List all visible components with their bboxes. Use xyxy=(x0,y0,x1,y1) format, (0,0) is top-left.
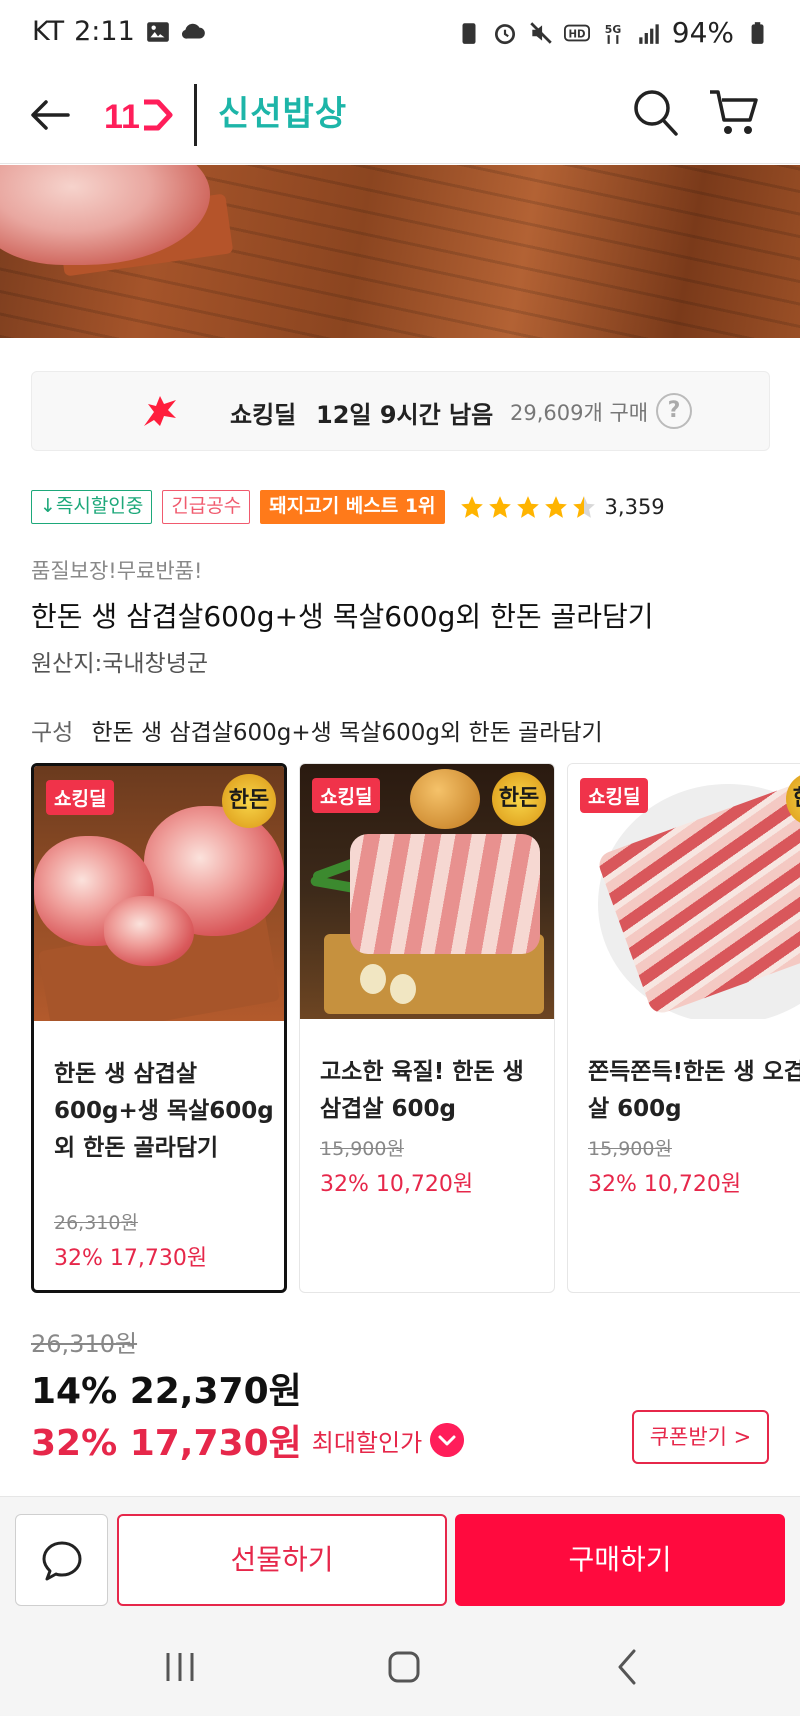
gallery-icon xyxy=(146,21,169,42)
shocking-deal-bar: 쇼킹딜 12일 9시간 남음 29,609개 구매 ? xyxy=(31,371,770,451)
carrier-label: KT xyxy=(32,16,65,47)
option-card-list[interactable]: 쇼킹딜 한돈 한돈 생 삼겹살600g+생 목살600g외 한돈 골라담기 26… xyxy=(31,763,800,1295)
battery-saver-icon xyxy=(462,22,476,44)
app-header: 11 신선밥상 xyxy=(0,66,800,164)
coupon-button[interactable]: 쿠폰받기 > xyxy=(632,1410,769,1464)
option-price: 32% 17,730원 xyxy=(54,1246,208,1271)
hd-voice-icon: HD xyxy=(563,24,590,41)
meat-piece xyxy=(350,834,540,954)
onion-image xyxy=(410,769,480,829)
11st-logo[interactable]: 11 xyxy=(104,90,176,140)
handon-logo: 한돈 xyxy=(492,772,546,826)
shocking-deal-icon xyxy=(144,396,176,426)
gift-button[interactable]: 선물하기 xyxy=(117,1514,447,1606)
alarm-icon xyxy=(494,23,515,44)
battery-percent: 94% xyxy=(671,16,734,49)
svg-text:5G: 5G xyxy=(605,23,622,36)
meat-piece xyxy=(104,896,194,966)
bestseller-badge: 돼지고기 베스트 1위 xyxy=(260,490,445,524)
option-original-price: 15,900원 xyxy=(588,1138,672,1160)
5g-icon: 5G xyxy=(605,23,622,44)
option-name: 한돈 생 삼겹살600g+생 목살600g외 한돈 골라담기 xyxy=(54,1061,274,1161)
option-original-price: 26,310원 xyxy=(54,1212,138,1234)
option-card[interactable]: 쇼킹딜 한돈 한돈 생 삼겹살600g+생 목살600g외 한돈 골라담기 26… xyxy=(31,763,287,1293)
option-card[interactable]: 쇼킹딜 한돈 고소한 육질! 한돈 생 삼겹살 600g 15,900원 32%… xyxy=(299,763,555,1293)
option-name: 쫀득쫀득!한돈 생 오겹살 600g xyxy=(588,1059,800,1122)
discount-price: 14% 22,370원 xyxy=(31,1371,302,1412)
option-image: 쇼킹딜 한돈 xyxy=(34,766,284,1021)
option-price: 32% 10,720원 xyxy=(588,1172,742,1197)
option-price: 32% 10,720원 xyxy=(320,1172,474,1197)
battery-icon xyxy=(751,21,764,44)
original-price: 26,310원 xyxy=(31,1330,138,1358)
origin-text: 원산지:국내창녕군 xyxy=(31,651,209,677)
star-icon xyxy=(516,496,539,518)
garlic-image xyxy=(360,964,386,994)
deal-name: 쇼킹딜 xyxy=(230,401,297,429)
half-star-icon xyxy=(572,496,595,518)
option-value: 한돈 생 삼겹살600g+생 목살600g외 한돈 골라담기 xyxy=(91,720,603,746)
shocking-deal-tag: 쇼킹딜 xyxy=(580,778,649,813)
star-icon xyxy=(460,496,483,518)
recent-apps-icon[interactable] xyxy=(158,1645,202,1689)
deal-remaining-time: 12일 9시간 남음 xyxy=(316,401,494,429)
brand-name[interactable]: 신선밥상 xyxy=(218,86,347,135)
promo-text: 품질보장!무료반품! xyxy=(31,559,203,583)
option-image: 쇼킹딜 한돈 xyxy=(568,764,800,1019)
best-price-label: 최대할인가 xyxy=(311,1428,423,1457)
svg-text:HD: HD xyxy=(568,29,585,40)
option-name: 고소한 육질! 한돈 생 삼겹살 600g xyxy=(320,1059,524,1122)
review-count: 3,359 xyxy=(604,495,665,519)
handon-logo: 한돈 xyxy=(222,774,276,828)
star-icon xyxy=(488,496,511,518)
chat-button[interactable] xyxy=(15,1514,108,1606)
star-icon xyxy=(544,496,567,518)
cart-icon[interactable] xyxy=(706,84,762,140)
option-label: 구성 xyxy=(31,720,74,746)
bottom-action-bar: 선물하기 구매하기 xyxy=(0,1497,800,1617)
chevron-down-icon[interactable] xyxy=(430,1423,465,1457)
home-icon[interactable] xyxy=(382,1645,426,1689)
status-right: HD 5G 94% xyxy=(456,16,770,49)
back-arrow-icon[interactable] xyxy=(26,90,76,140)
option-card[interactable]: 쇼킹딜 한돈 쫀득쫀득!한돈 생 오겹살 600g 15,900원 32% 10… xyxy=(567,763,800,1293)
cloud-icon xyxy=(181,23,205,39)
mute-icon xyxy=(530,21,552,44)
badge-row: ↓즉시할인중 긴급공수 돼지고기 베스트 1위 3,359 xyxy=(31,489,665,525)
product-hero-image[interactable] xyxy=(0,165,800,338)
best-price: 32% 17,730원 xyxy=(31,1423,302,1464)
search-icon[interactable] xyxy=(630,86,682,140)
clock: 2:11 xyxy=(74,16,135,47)
product-title: 한돈 생 삼겹살600g+생 목살600g외 한돈 골라담기 xyxy=(31,600,654,633)
urgent-supply-badge: 긴급공수 xyxy=(162,490,251,524)
chat-bubble-icon xyxy=(42,1541,82,1581)
option-original-price: 15,900원 xyxy=(320,1138,404,1160)
svg-text:11: 11 xyxy=(104,98,140,136)
purchase-count: 29,609개 구매 xyxy=(510,401,649,425)
rating-stars[interactable]: 3,359 xyxy=(459,494,665,520)
help-icon[interactable]: ? xyxy=(656,393,692,429)
shocking-deal-tag: 쇼킹딜 xyxy=(46,780,115,815)
back-nav-icon[interactable] xyxy=(606,1645,650,1689)
signal-icon xyxy=(639,23,659,44)
instant-discount-badge: ↓즉시할인중 xyxy=(31,490,153,524)
shocking-deal-tag: 쇼킹딜 xyxy=(312,778,381,813)
buy-button[interactable]: 구매하기 xyxy=(455,1514,785,1606)
garlic-image xyxy=(390,974,416,1004)
option-image: 쇼킹딜 한돈 xyxy=(300,764,554,1019)
status-bar: KT 2:11 HD 5G 94% xyxy=(0,0,800,66)
best-price-row[interactable]: 32% 17,730원 최대할인가 xyxy=(31,1414,465,1466)
option-row: 구성 한돈 생 삼겹살600g+생 목살600g외 한돈 골라담기 xyxy=(31,713,603,747)
header-divider xyxy=(194,84,197,146)
status-left: KT 2:11 xyxy=(32,16,207,47)
system-nav-bar xyxy=(0,1617,800,1716)
